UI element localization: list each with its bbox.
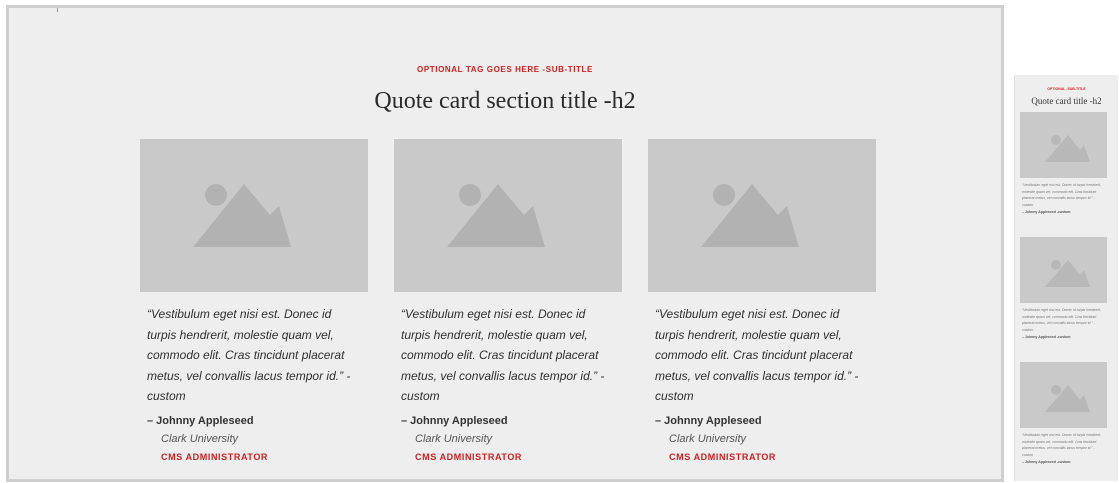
quote-organization: Clark University — [161, 432, 239, 445]
section-tag: OPTIONAL TAG GOES HERE -SUB-TITLE — [417, 65, 593, 74]
mobile-section-tag: OPTIONAL -SUB-TITLE — [1047, 87, 1086, 91]
image-placeholder-icon — [648, 139, 876, 292]
quote-role: CMS ADMINISTRATOR — [161, 451, 269, 462]
corner-tick — [57, 8, 58, 12]
image-placeholder-icon — [140, 139, 368, 292]
mobile-quote-card: “Vestibulum eget nisi est. Donec id turp… — [1020, 112, 1107, 214]
quote-role: CMS ADMINISTRATOR — [415, 451, 523, 462]
section-title: Quote card section title -h2 — [374, 88, 636, 114]
mobile-quote-card: “Vestibulum eget nisi est. Donec id turp… — [1020, 362, 1107, 464]
quote-author: – Johnny Appleseed — [147, 414, 254, 427]
mobile-quote-text: “Vestibulum eget nisi est. Donec id turp… — [1022, 308, 1102, 332]
mobile-quote-author: – Johnny Appleseed -custom — [1022, 335, 1071, 339]
image-placeholder-icon — [394, 139, 622, 292]
quote-card: “Vestibulum eget nisi est. Donec id turp… — [140, 139, 368, 462]
quote-card: “Vestibulum eget nisi est. Donec id turp… — [394, 139, 622, 462]
quote-author: – Johnny Appleseed — [401, 414, 508, 427]
quote-role: CMS ADMINISTRATOR — [669, 451, 777, 462]
quote-text: “Vestibulum eget nisi est. Donec id turp… — [655, 307, 859, 403]
quote-text: “Vestibulum eget nisi est. Donec id turp… — [147, 307, 351, 403]
mobile-quote-text: “Vestibulum eget nisi est. Donec id turp… — [1022, 183, 1102, 207]
mobile-section-title: Quote card title -h2 — [1031, 96, 1102, 106]
quote-text: “Vestibulum eget nisi est. Donec id turp… — [401, 307, 605, 403]
desktop-frame: OPTIONAL TAG GOES HERE -SUB-TITLE Quote … — [6, 5, 1004, 482]
image-placeholder-icon — [1020, 237, 1107, 303]
mobile-frame: OPTIONAL -SUB-TITLE Quote card title -h2… — [1014, 75, 1118, 481]
mobile-quote-author: – Johnny Appleseed -custom — [1022, 210, 1071, 214]
quote-organization: Clark University — [415, 432, 493, 445]
image-placeholder-icon — [1020, 112, 1107, 178]
quote-organization: Clark University — [669, 432, 747, 445]
mobile-quote-author: – Johnny Appleseed -custom — [1022, 460, 1071, 464]
quote-card: “Vestibulum eget nisi est. Donec id turp… — [648, 139, 876, 462]
mobile-quote-text: “Vestibulum eget nisi est. Donec id turp… — [1022, 433, 1102, 457]
mobile-quote-card: “Vestibulum eget nisi est. Donec id turp… — [1020, 237, 1107, 339]
quote-author: – Johnny Appleseed — [655, 414, 762, 427]
image-placeholder-icon — [1020, 362, 1107, 428]
